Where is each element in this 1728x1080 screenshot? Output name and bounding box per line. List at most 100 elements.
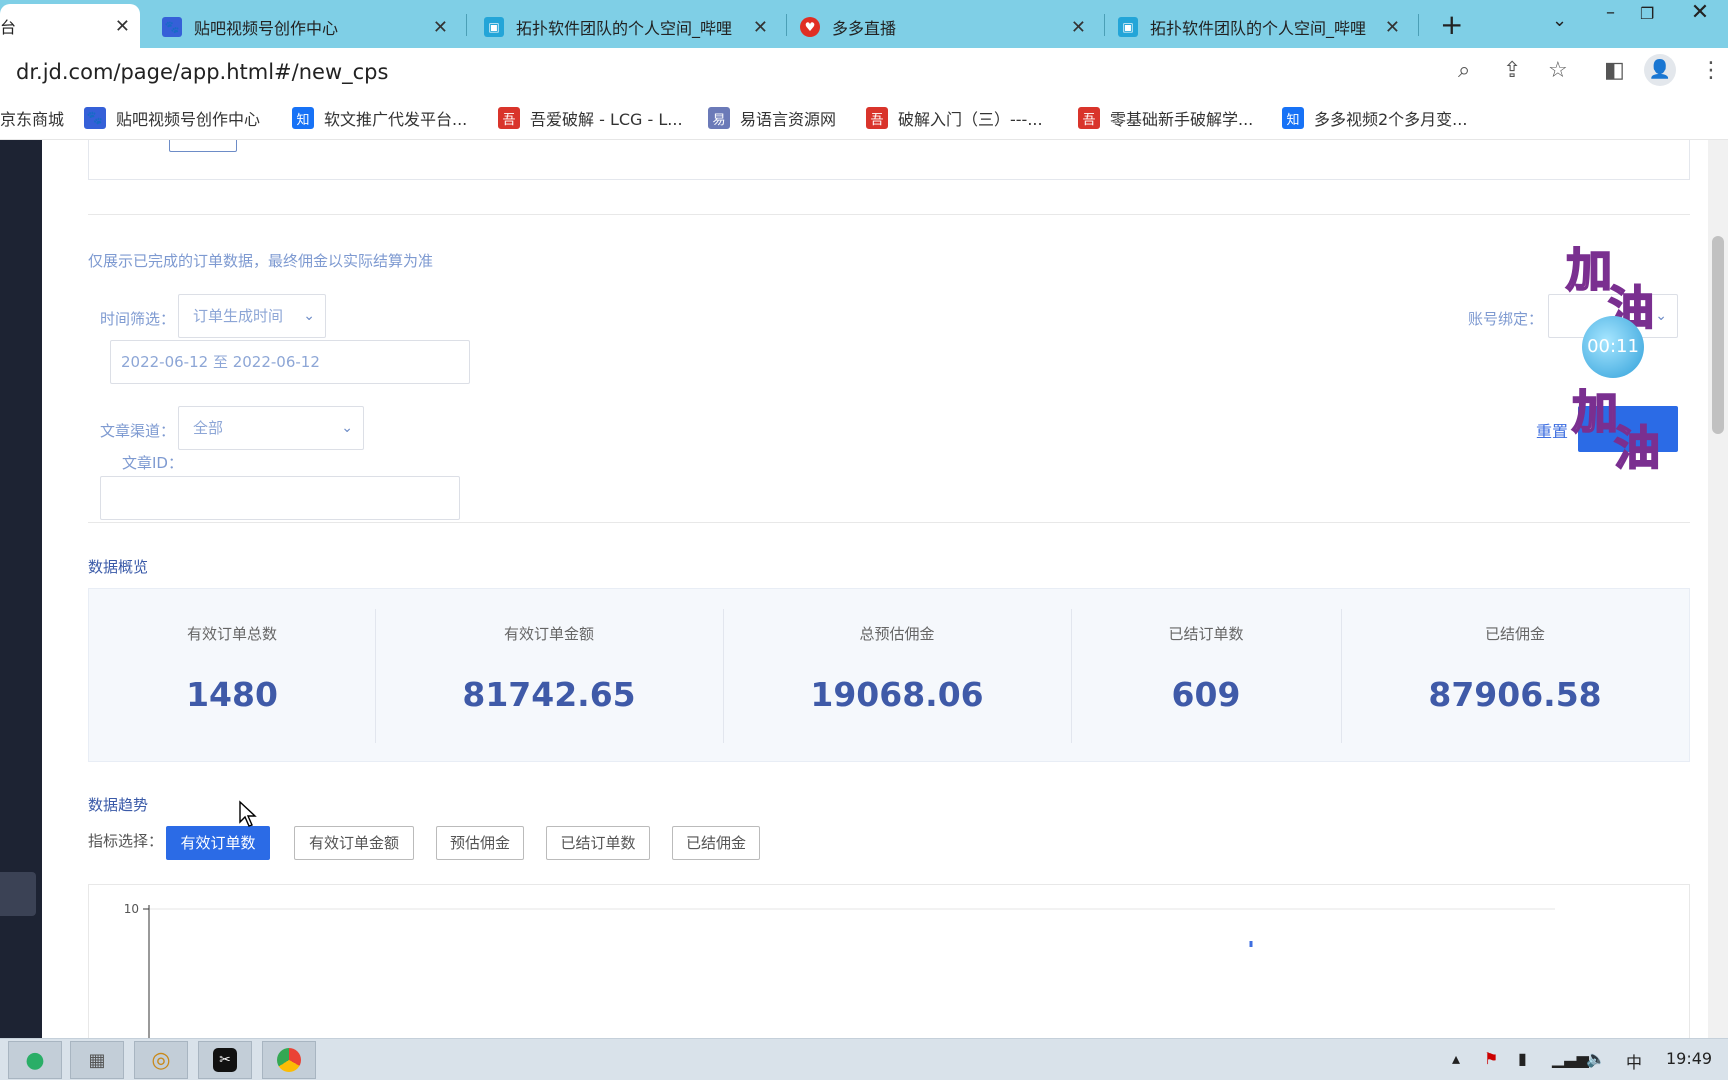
- stat-value: 1480: [186, 675, 278, 714]
- previous-section-button[interactable]: [169, 140, 237, 152]
- metric-settled-commission-button[interactable]: 已结佣金: [672, 826, 760, 860]
- bookmark-lingjichu[interactable]: 吾 零基础新手破解学...: [1078, 106, 1253, 130]
- stat-value: 609: [1171, 675, 1241, 714]
- bookmark-52pojie[interactable]: 吾 吾爱破解 - LCG - L...: [498, 106, 683, 130]
- close-icon[interactable]: ✕: [1385, 17, 1400, 38]
- zhihu-icon: 知: [1282, 107, 1304, 129]
- overview-stats-panel: 有效订单总数 1480 有效订单金额 81742.65 总预估佣金 19068.…: [88, 588, 1690, 762]
- stat-label: 已结佣金: [1484, 625, 1545, 643]
- bookmark-label: 破解入门（三）---...: [898, 110, 1043, 129]
- bookmark-ruanwen[interactable]: 知 软文推广代发平台...: [292, 106, 467, 130]
- close-icon[interactable]: ✕: [433, 17, 448, 38]
- share-icon[interactable]: ⇪: [1503, 58, 1521, 83]
- channel-value: 全部: [193, 419, 224, 437]
- minimize-icon[interactable]: –: [1606, 2, 1615, 23]
- article-id-label: 文章ID：: [122, 454, 183, 472]
- stat-value: 19068.06: [810, 675, 984, 714]
- bilibili-icon: ▣: [484, 17, 504, 37]
- tab-duoduo[interactable]: ♥ 多多直播 ✕: [800, 6, 1096, 48]
- close-icon[interactable]: ✕: [1071, 17, 1086, 38]
- site-icon: 易: [708, 107, 730, 129]
- wechat-icon[interactable]: ●: [8, 1041, 62, 1079]
- stat-valid-amount: 有效订单金额 81742.65: [375, 589, 723, 763]
- clock[interactable]: 19:49: [1666, 1049, 1712, 1068]
- volume-icon[interactable]: 🔈: [1586, 1049, 1606, 1068]
- tab-separator: [1418, 14, 1419, 36]
- new-tab-button[interactable]: +: [1440, 8, 1463, 41]
- bookmark-yiyuyan[interactable]: 易 易语言资源网: [708, 106, 836, 130]
- sticker-jiayou-bottom: 加油: [1571, 376, 1661, 476]
- app-thumbnail-icon[interactable]: ▦: [70, 1041, 124, 1079]
- date-range-picker[interactable]: 2022-06-12 至 2022-06-12: [110, 340, 470, 384]
- chrome-icon[interactable]: [262, 1041, 316, 1079]
- page-scrollbar[interactable]: [1708, 140, 1728, 1038]
- network-flag-icon[interactable]: ⚑: [1484, 1049, 1498, 1068]
- window-close-icon[interactable]: ✕: [1672, 0, 1728, 30]
- metric-valid-orders-button[interactable]: 有效订单数: [166, 826, 270, 860]
- timer-badge: 00:11: [1582, 316, 1644, 378]
- capcut-icon[interactable]: ✂: [198, 1041, 252, 1079]
- profile-avatar-icon[interactable]: 👤: [1644, 54, 1676, 86]
- tab-title: 台: [0, 18, 17, 37]
- scrollbar-thumb[interactable]: [1712, 236, 1724, 434]
- sticker-char: 油: [1613, 420, 1661, 476]
- tray-expand-icon[interactable]: ▴: [1452, 1049, 1460, 1068]
- 52pojie-icon: 吾: [1078, 107, 1100, 129]
- bookmark-jd[interactable]: 京东商城: [0, 106, 64, 130]
- metric-estimated-commission-button[interactable]: 预估佣金: [436, 826, 524, 860]
- tab-search-chevron-icon[interactable]: ⌄: [1552, 10, 1567, 31]
- sidebar-active-item[interactable]: [0, 872, 36, 916]
- bookmark-duoduo-video[interactable]: 知 多多视频2个多月变...: [1282, 106, 1467, 130]
- time-filter-label: 时间筛选：: [100, 310, 176, 328]
- channel-select[interactable]: 全部 ⌄: [178, 406, 364, 450]
- bilibili-icon: ▣: [1118, 17, 1138, 37]
- chevron-down-icon: ⌄: [303, 308, 315, 324]
- ime-indicator[interactable]: 中: [1626, 1049, 1642, 1073]
- side-panel-icon[interactable]: ◧: [1604, 58, 1625, 83]
- article-id-input[interactable]: [100, 476, 460, 520]
- zoom-icon[interactable]: ⌕: [1458, 58, 1470, 83]
- restore-icon[interactable]: ❐: [1640, 4, 1654, 23]
- url-field[interactable]: dr.jd.com/page/app.html#/new_cps: [16, 60, 388, 84]
- app-sidebar: [0, 140, 42, 1038]
- bookmark-label: 吾爱破解 - LCG - L...: [530, 110, 683, 129]
- close-icon[interactable]: ✕: [115, 16, 130, 37]
- overview-title: 数据概览: [88, 558, 149, 576]
- bookmark-label: 京东商城: [0, 110, 65, 129]
- stat-label: 已结订单数: [1168, 625, 1244, 643]
- sticker-jiayou-top: 加油: [1565, 234, 1655, 336]
- sticker-char: 加: [1571, 384, 1619, 440]
- star-icon[interactable]: ☆: [1548, 58, 1568, 83]
- signal-icon[interactable]: ▁▃▅: [1552, 1049, 1589, 1068]
- mouse-cursor-icon: [239, 800, 257, 827]
- bookmark-label: 零基础新手破解学...: [1110, 110, 1254, 129]
- previous-section-box: [88, 140, 1690, 180]
- tab-bilibili-2[interactable]: ▣ 拓扑软件团队的个人空间_哔哩 ✕: [1118, 6, 1410, 48]
- bookmark-tieba[interactable]: 🐾 贴吧视频号创作中心: [84, 106, 260, 130]
- time-filter-select[interactable]: 订单生成时间 ⌄: [178, 294, 326, 338]
- trend-chart-svg: 10: [124, 902, 1555, 1038]
- metric-settled-orders-button[interactable]: 已结订单数: [546, 826, 650, 860]
- os-taskbar: ● ▦ ◎ ✂ ▴ ⚑ ▮ ▁▃▅ 🔈 中 19:49: [0, 1038, 1728, 1080]
- divider: [88, 214, 1690, 215]
- bookmark-pojie-rumen[interactable]: 吾 破解入门（三）---...: [866, 106, 1043, 130]
- tab-title: 拓扑软件团队的个人空间_哔哩: [516, 19, 733, 38]
- tab-bilibili-1[interactable]: ▣ 拓扑软件团队的个人空间_哔哩 ✕: [484, 6, 778, 48]
- tab-title: 贴吧视频号创作中心: [194, 19, 339, 38]
- menu-dots-icon[interactable]: ⋮: [1700, 58, 1722, 83]
- channel-label: 文章渠道：: [100, 422, 176, 440]
- 52pojie-icon: 吾: [498, 107, 520, 129]
- address-toolbar: dr.jd.com/page/app.html#/new_cps ⌕ ⇪ ☆ ◧…: [0, 48, 1728, 98]
- zhihu-icon: 知: [292, 107, 314, 129]
- metric-valid-amount-button[interactable]: 有效订单金额: [294, 826, 414, 860]
- battery-icon[interactable]: ▮: [1518, 1049, 1527, 1068]
- reset-button[interactable]: 重置: [1536, 418, 1568, 442]
- tab-jd[interactable]: 台 ✕: [0, 4, 140, 48]
- close-icon[interactable]: ✕: [753, 17, 768, 38]
- stat-settled-commission: 已结佣金 87906.58: [1341, 589, 1689, 763]
- bookmark-label: 贴吧视频号创作中心: [116, 110, 261, 129]
- trend-chart: 10: [88, 884, 1690, 1038]
- tab-tieba[interactable]: 🐾 贴吧视频号创作中心 ✕: [162, 6, 458, 48]
- tab-title: 拓扑软件团队的个人空间_哔哩: [1150, 19, 1367, 38]
- compass-app-icon[interactable]: ◎: [134, 1041, 188, 1079]
